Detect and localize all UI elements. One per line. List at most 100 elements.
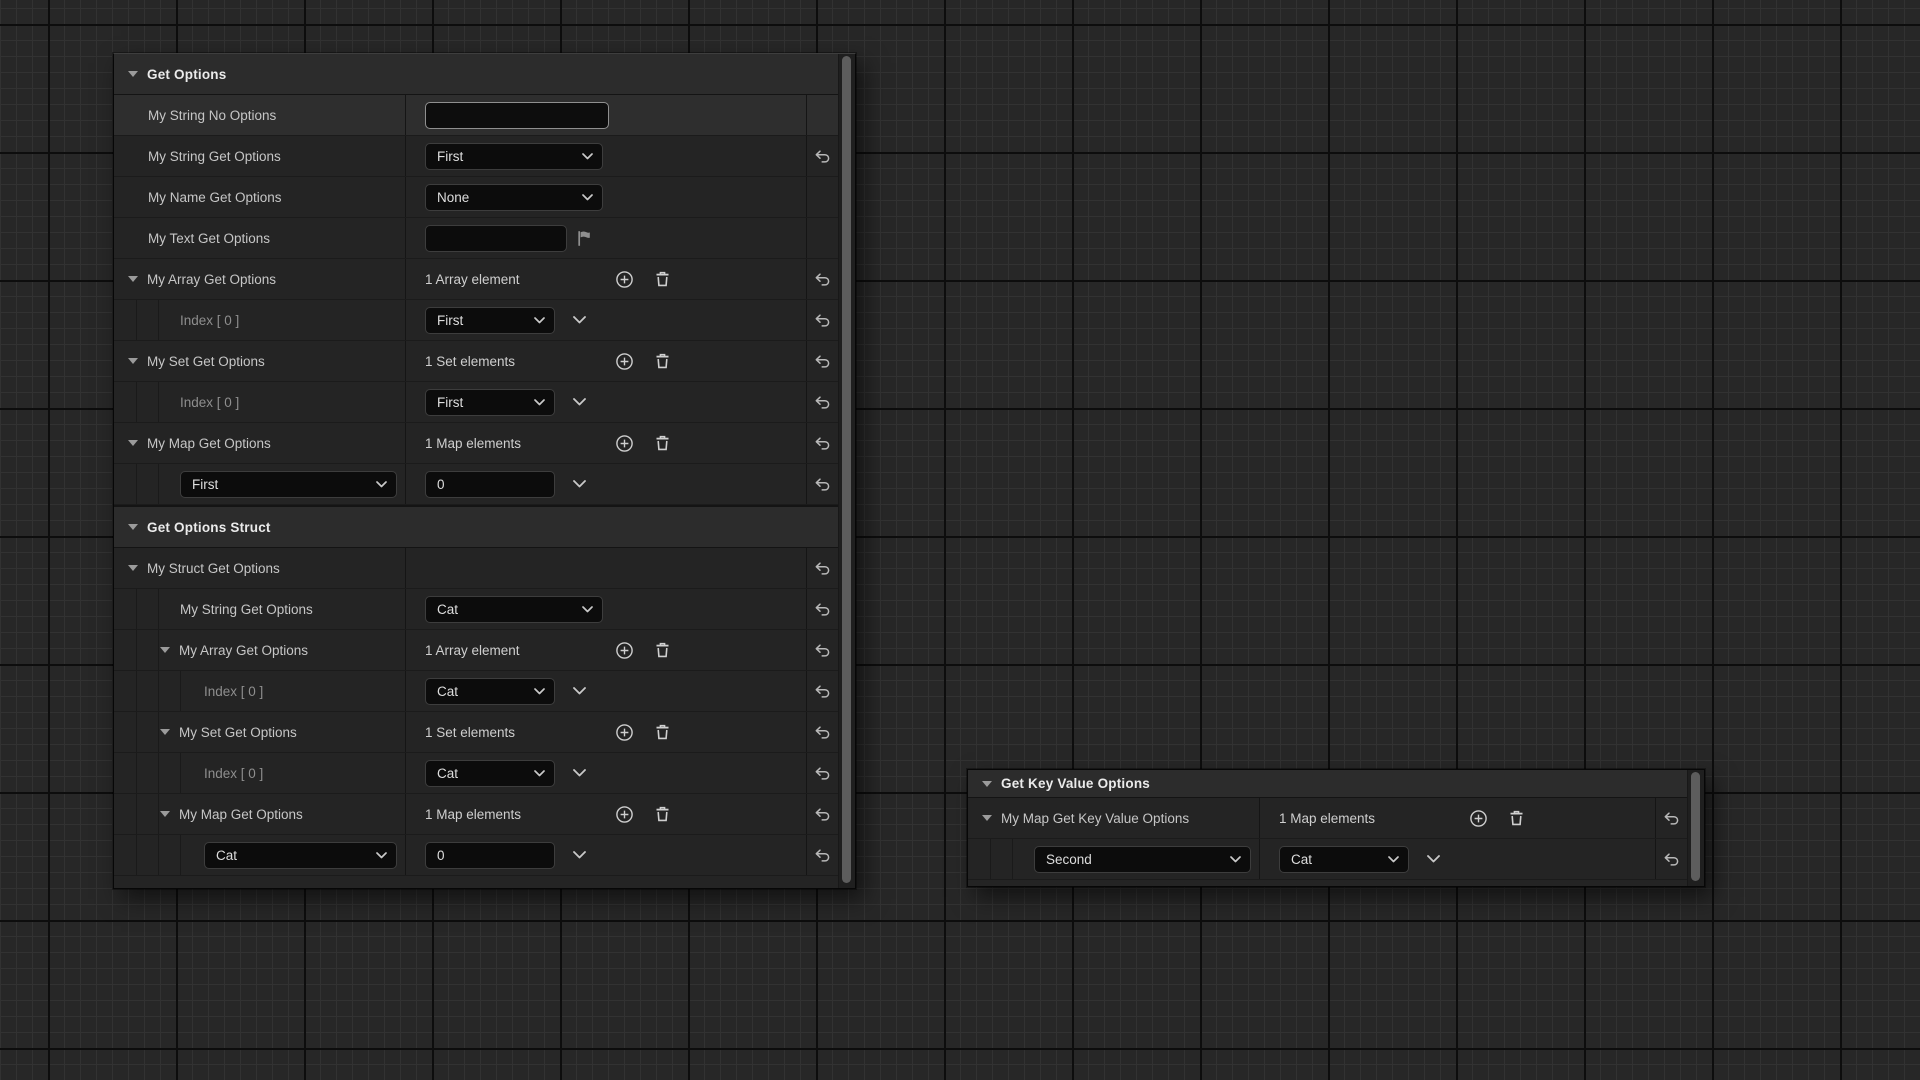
triangle-down-icon[interactable] (160, 811, 170, 817)
reset-arrow-icon (814, 314, 831, 327)
add-element-button[interactable] (615, 352, 634, 371)
triangle-down-icon[interactable] (982, 815, 992, 821)
property-label: My Set Get Options (179, 725, 297, 740)
vertical-scrollbar[interactable] (838, 54, 855, 888)
add-element-button[interactable] (615, 270, 634, 289)
number-input[interactable]: 0 (425, 471, 555, 498)
property-value-cell: Cat (406, 671, 807, 711)
triangle-down-icon[interactable] (982, 781, 992, 787)
property-value-cell: 1 Map elements (1260, 798, 1656, 838)
combobox[interactable]: Cat (425, 596, 603, 623)
combobox-value: First (192, 477, 376, 492)
element-options-dropdown-button[interactable] (573, 316, 586, 324)
indent-guide (158, 630, 159, 670)
element-options-dropdown-button[interactable] (573, 851, 586, 859)
reset-to-default-button[interactable] (814, 767, 831, 780)
reset-to-default-button[interactable] (814, 849, 831, 862)
delete-elements-button[interactable] (654, 270, 671, 288)
triangle-down-icon[interactable] (160, 647, 170, 653)
map-key-combobox[interactable]: Second (1034, 846, 1251, 873)
details-rows: Get OptionsMy String No OptionsMy String… (114, 54, 838, 888)
add-element-button[interactable] (615, 641, 634, 660)
indent-guide (990, 839, 991, 879)
element-options-dropdown-button[interactable] (573, 769, 586, 777)
reset-to-default-button[interactable] (814, 355, 831, 368)
property-row: My Map Get Key Value Options1 Map elemen… (968, 798, 1687, 839)
add-element-button[interactable] (615, 723, 634, 742)
reset-to-default-button[interactable] (814, 396, 831, 409)
text-input[interactable] (425, 102, 609, 129)
combobox-value: Cat (437, 766, 534, 781)
reset-to-default-button[interactable] (814, 726, 831, 739)
reset-column-cell (807, 753, 838, 793)
triangle-down-icon[interactable] (128, 358, 138, 364)
reset-to-default-button[interactable] (1663, 812, 1680, 825)
scrollbar-thumb[interactable] (842, 56, 851, 883)
triangle-down-icon[interactable] (128, 440, 138, 446)
property-label: My Map Get Options (179, 807, 303, 822)
reset-to-default-button[interactable] (814, 644, 831, 657)
reset-to-default-button[interactable] (814, 150, 831, 163)
add-element-button[interactable] (615, 805, 634, 824)
property-row: My Name Get OptionsNone (114, 177, 838, 218)
triangle-down-icon[interactable] (160, 729, 170, 735)
combobox[interactable]: Cat (1279, 846, 1409, 873)
number-input[interactable]: 0 (425, 842, 555, 869)
delete-elements-button[interactable] (654, 805, 671, 823)
element-options-dropdown-button[interactable] (573, 480, 586, 488)
vertical-scrollbar[interactable] (1687, 770, 1704, 886)
elements-count-label: 1 Array element (425, 643, 601, 658)
category-header-row: Get Key Value Options (968, 770, 1687, 798)
property-value-cell: 1 Array element (406, 630, 807, 670)
reset-to-default-button[interactable] (1663, 853, 1680, 866)
property-name-cell: My Map Get Options (114, 423, 406, 463)
reset-to-default-button[interactable] (814, 314, 831, 327)
combobox[interactable]: First (425, 307, 555, 334)
delete-elements-button[interactable] (654, 641, 671, 659)
chevron-down-icon (573, 687, 586, 695)
reset-to-default-button[interactable] (814, 685, 831, 698)
property-label: My Map Get Options (147, 436, 271, 451)
combobox[interactable]: Cat (425, 760, 555, 787)
triangle-down-icon[interactable] (128, 71, 138, 77)
element-options-dropdown-button[interactable] (573, 398, 586, 406)
add-element-button[interactable] (615, 434, 634, 453)
delete-elements-button[interactable] (1508, 809, 1525, 827)
reset-to-default-button[interactable] (814, 273, 831, 286)
indent-guide (136, 835, 137, 875)
text-input[interactable] (425, 225, 567, 252)
reset-arrow-icon (814, 644, 831, 657)
category-header-row: Get Options (114, 54, 838, 95)
property-value-cell: First (406, 136, 807, 176)
element-options-dropdown-button[interactable] (573, 687, 586, 695)
reset-to-default-button[interactable] (814, 603, 831, 616)
combobox[interactable]: Cat (425, 678, 555, 705)
triangle-down-icon[interactable] (128, 276, 138, 282)
property-row: My Text Get Options (114, 218, 838, 259)
property-name-cell: Cat (114, 835, 406, 875)
reset-to-default-button[interactable] (814, 478, 831, 491)
property-name-cell: My Set Get Options (114, 341, 406, 381)
property-name-cell: My Struct Get Options (114, 548, 406, 588)
triangle-down-icon[interactable] (128, 524, 138, 530)
reset-to-default-button[interactable] (814, 808, 831, 821)
combobox[interactable]: None (425, 184, 603, 211)
combobox[interactable]: First (425, 389, 555, 416)
element-options-dropdown-button[interactable] (1427, 855, 1440, 863)
indent-guide (136, 630, 137, 670)
triangle-down-icon[interactable] (128, 565, 138, 571)
map-key-combobox[interactable]: Cat (204, 842, 397, 869)
combobox-value: Cat (1291, 852, 1388, 867)
map-key-combobox[interactable]: First (180, 471, 397, 498)
add-element-button[interactable] (1469, 809, 1488, 828)
number-value: 0 (437, 477, 445, 492)
delete-elements-button[interactable] (654, 352, 671, 370)
combobox[interactable]: First (425, 143, 603, 170)
reset-to-default-button[interactable] (814, 437, 831, 450)
reset-to-default-button[interactable] (814, 562, 831, 575)
scrollbar-thumb[interactable] (1691, 772, 1700, 881)
chevron-down-icon (376, 481, 387, 488)
property-name-cell: My Text Get Options (114, 218, 406, 258)
delete-elements-button[interactable] (654, 723, 671, 741)
delete-elements-button[interactable] (654, 434, 671, 452)
